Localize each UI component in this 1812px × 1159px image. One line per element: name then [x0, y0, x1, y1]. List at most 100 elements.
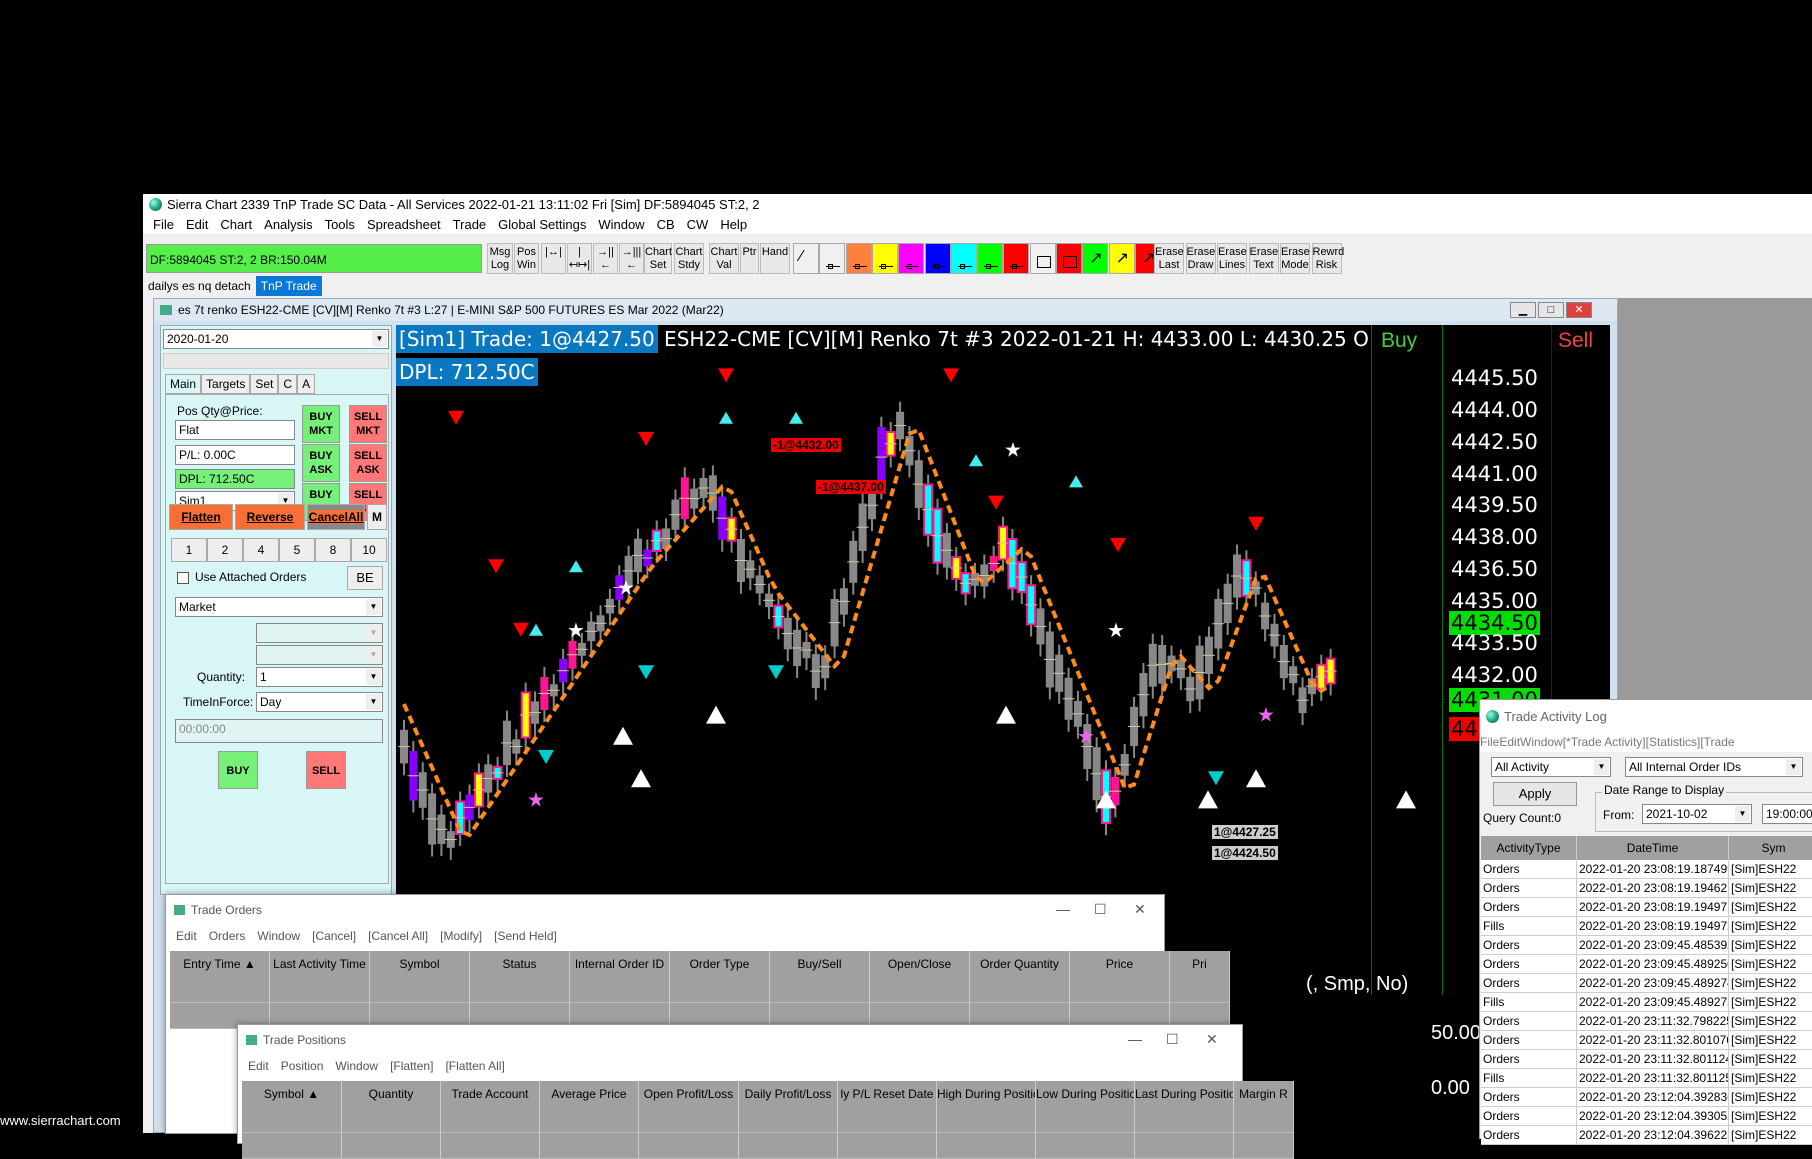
table-cell[interactable] — [1070, 977, 1170, 1003]
menu-item[interactable]: [Trade — [1700, 735, 1734, 749]
menu-item[interactable]: [Modify] — [434, 929, 488, 943]
column-header[interactable]: Open Profit/Loss — [639, 1081, 739, 1107]
order-type-select[interactable]: Market ▼ — [175, 597, 383, 617]
menu-item[interactable]: [Cancel] — [306, 929, 362, 943]
column-header[interactable]: Symbol ▲ — [242, 1081, 342, 1107]
tab-dailys[interactable]: dailys es nq detach — [143, 276, 256, 296]
toolbar-button-8[interactable]: Chart Val — [709, 243, 739, 274]
table-cell[interactable] — [1036, 1107, 1135, 1133]
toolbar-button-5[interactable]: →|||← — [619, 243, 644, 274]
buy-button[interactable]: BUY — [218, 751, 258, 789]
close-button[interactable]: ✕ — [1134, 901, 1146, 918]
column-header[interactable]: Price — [1070, 951, 1170, 977]
toolbar-button-2[interactable]: |↔| — [541, 243, 566, 274]
menu-help[interactable]: Help — [714, 217, 753, 232]
menu-edit[interactable]: Edit — [180, 217, 214, 232]
minimize-button[interactable]: — — [1056, 901, 1070, 917]
table-row[interactable]: Orders 2022-01-20 23:11:32.801124 [Sim]ESH… — [1481, 1050, 1812, 1069]
maximize-button[interactable]: ☐ — [1166, 1031, 1179, 1048]
menu-item[interactable]: [Flatten] — [384, 1059, 439, 1073]
table-cell[interactable] — [770, 977, 870, 1003]
table-cell[interactable] — [739, 1107, 838, 1133]
drawing-tool-5[interactable] — [924, 243, 951, 274]
table-cell[interactable] — [1036, 1133, 1135, 1159]
table-cell[interactable] — [838, 1133, 937, 1159]
drawing-tool-2[interactable] — [845, 243, 872, 274]
m-button[interactable]: M — [367, 504, 387, 530]
sell-ask-button[interactable]: SELL ASK — [349, 444, 387, 482]
column-header[interactable]: Average Price — [540, 1081, 639, 1107]
tab-tnp-trade[interactable]: TnP Trade — [255, 276, 322, 296]
menu-chart[interactable]: Chart — [214, 217, 258, 232]
column-header[interactable]: Daily Profit/Loss — [739, 1081, 838, 1107]
erase-button-4[interactable]: Erase Mode — [1280, 243, 1310, 274]
minimize-button[interactable]: ▁ — [1510, 302, 1536, 318]
table-cell[interactable] — [540, 1133, 639, 1159]
date-select[interactable]: 2020-01-20 ▼ — [163, 329, 389, 349]
table-cell[interactable] — [1234, 1107, 1294, 1133]
column-header[interactable]: ly P/L Reset Date — [838, 1081, 937, 1107]
menu-tools[interactable]: Tools — [319, 217, 361, 232]
column-header[interactable]: Buy/Sell — [770, 951, 870, 977]
price2-select[interactable]: ▼ — [256, 645, 383, 665]
toolbar-button-1[interactable]: Pos Win — [514, 243, 539, 274]
table-cell[interactable] — [1135, 1133, 1234, 1159]
panel-tab-targets[interactable]: Targets — [201, 374, 251, 394]
table-cell[interactable] — [242, 1133, 342, 1159]
menu-item[interactable]: [*Trade Activity] — [1563, 735, 1646, 749]
column-header[interactable]: ActivityType — [1481, 836, 1577, 860]
menu-item[interactable]: Orders — [203, 929, 252, 943]
table-cell[interactable] — [970, 977, 1070, 1003]
reverse-button[interactable]: Reverse — [235, 504, 305, 530]
flatten-button[interactable]: Flatten — [169, 504, 233, 530]
cancel-all-button[interactable]: CancelAll — [307, 504, 365, 530]
menu-item[interactable]: [Cancel All] — [362, 929, 434, 943]
column-header[interactable]: Sym — [1729, 836, 1812, 860]
menu-item[interactable]: Window — [329, 1059, 384, 1073]
panel-tab-set[interactable]: Set — [250, 374, 279, 394]
table-row[interactable]: Orders 2022-01-20 23:09:45.489274 [Sim]ESH… — [1481, 974, 1812, 993]
menu-item[interactable]: [Flatten All] — [439, 1059, 510, 1073]
table-cell[interactable] — [937, 1133, 1036, 1159]
erase-button-1[interactable]: Erase Draw — [1185, 243, 1216, 274]
column-header[interactable]: Quantity — [342, 1081, 441, 1107]
menu-item[interactable]: Position — [275, 1059, 330, 1073]
drawing-tool-1[interactable] — [819, 243, 846, 274]
table-row[interactable]: Orders 2022-01-20 23:08:19.194971 [Sim]ESH… — [1481, 898, 1812, 917]
table-cell[interactable] — [342, 1133, 441, 1159]
tif-select[interactable]: Day ▼ — [256, 692, 383, 712]
menu-cw[interactable]: CW — [681, 217, 715, 232]
sell-button[interactable]: SELL — [306, 751, 346, 789]
erase-button-2[interactable]: Erase Lines — [1217, 243, 1247, 274]
column-header[interactable]: Open/Close — [870, 951, 970, 977]
apply-button[interactable]: Apply — [1493, 782, 1577, 806]
column-header[interactable]: High During Position — [937, 1081, 1036, 1107]
table-row[interactable]: Orders 2022-01-20 23:08:19.187499 [Sim]ESH… — [1481, 860, 1812, 879]
toolbar-button-3[interactable]: |↤↦| — [567, 243, 592, 274]
breakeven-button[interactable]: BE — [347, 566, 383, 590]
table-cell[interactable] — [870, 977, 970, 1003]
drawing-tool-10[interactable] — [1056, 243, 1082, 274]
table-cell[interactable] — [570, 977, 670, 1003]
drawing-tool-6[interactable] — [950, 243, 977, 274]
table-row[interactable]: Orders 2022-01-20 23:12:04.392836 [Sim]ESH… — [1481, 1088, 1812, 1107]
table-cell[interactable] — [1135, 1107, 1234, 1133]
toolbar-button-10[interactable]: Hand — [760, 243, 790, 274]
drawing-tool-0[interactable]: ⁄ — [793, 243, 819, 274]
column-header[interactable]: Low During Position — [1036, 1081, 1135, 1107]
table-cell[interactable] — [937, 1107, 1036, 1133]
drawing-tool-9[interactable] — [1029, 243, 1056, 274]
column-header[interactable]: Internal Order ID — [570, 951, 670, 977]
menu-item[interactable]: [Send Held] — [488, 929, 563, 943]
panel-tab-c[interactable]: C — [278, 374, 298, 394]
table-row[interactable]: Fills 2022-01-20 23:09:45.489275 [Sim]ESH2… — [1481, 993, 1812, 1012]
table-row[interactable]: Fills 2022-01-20 23:11:32.801125 [Sim]ESH2… — [1481, 1069, 1812, 1088]
menu-spreadsheet[interactable]: Spreadsheet — [361, 217, 447, 232]
toolbar-button-6[interactable]: Chart Set — [644, 243, 672, 274]
panel-tab-a[interactable]: A — [297, 374, 316, 394]
table-cell[interactable] — [370, 977, 470, 1003]
column-header[interactable]: DateTime — [1577, 836, 1729, 860]
menu-item[interactable]: File — [1480, 735, 1499, 749]
sell-market-button[interactable]: SELL MKT — [349, 405, 387, 443]
order-id-select[interactable]: All Internal Order IDs ▼ — [1625, 757, 1803, 777]
